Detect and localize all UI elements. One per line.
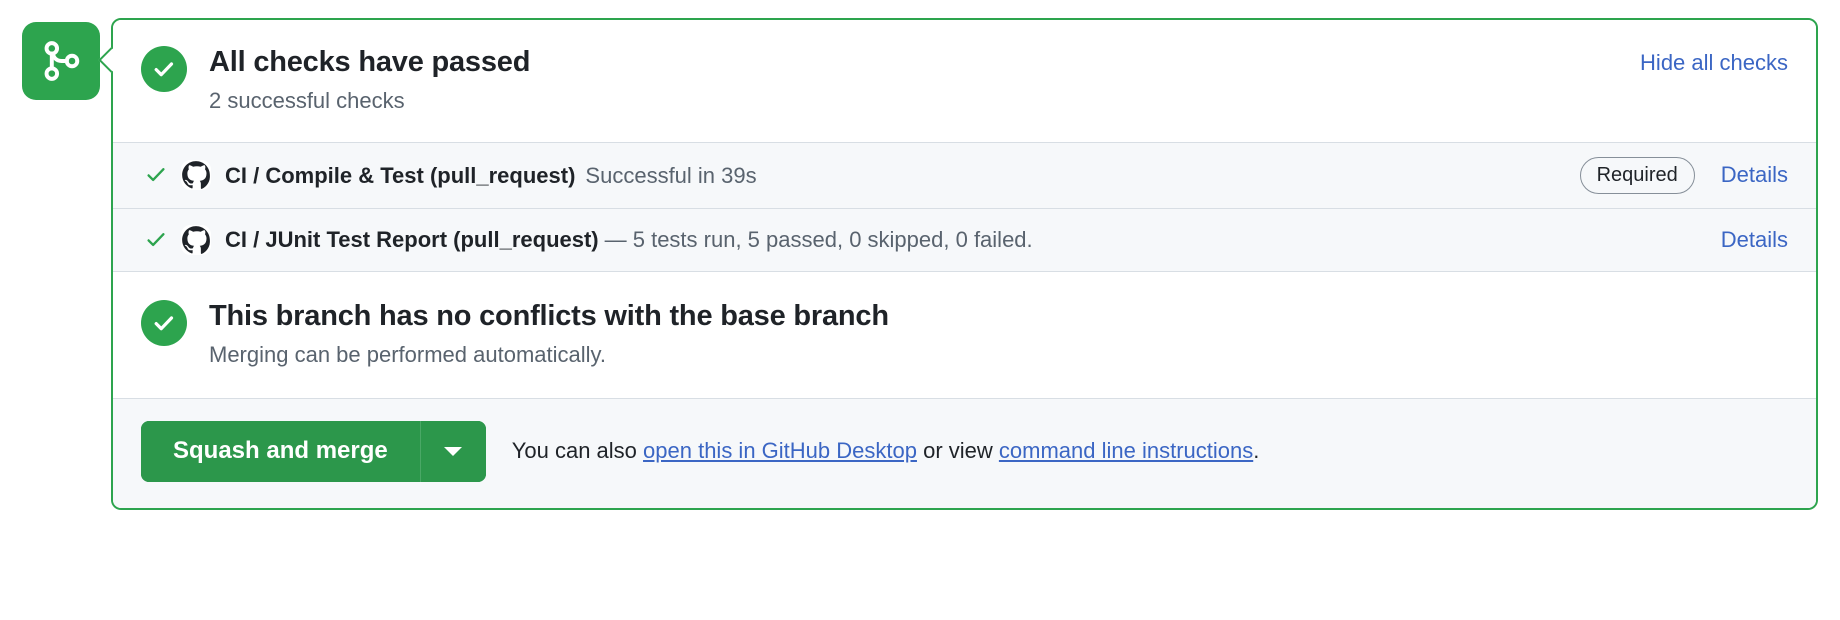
command-line-instructions-link[interactable]: command line instructions (999, 438, 1253, 463)
checks-list: CI / Compile & Test (pull_request) Succes… (113, 141, 1816, 272)
check-text: CI / Compile & Test (pull_request) Succes… (225, 161, 1560, 191)
checks-header-text: All checks have passed 2 successful chec… (209, 44, 1640, 116)
merge-method-dropdown-button[interactable] (419, 420, 486, 482)
check-details-link[interactable]: Details (1721, 227, 1788, 253)
check-circle-icon (141, 46, 187, 92)
conflicts-title: This branch has no conflicts with the ba… (209, 299, 889, 332)
check-row-actions: Details (1721, 227, 1788, 253)
check-name: CI / JUnit Test Report (pull_request) (225, 227, 599, 252)
pr-merge-box: All checks have passed 2 successful chec… (0, 0, 1840, 620)
conflicts-subtitle: Merging can be performed automatically. (209, 342, 607, 368)
check-name: CI / Compile & Test (pull_request) (225, 162, 576, 188)
checks-title: All checks have passed (209, 46, 531, 78)
merge-state-badge (22, 22, 100, 100)
footer-note-suffix: . (1253, 437, 1260, 463)
table-row[interactable]: CI / JUnit Test Report (pull_request) — 5… (113, 208, 1816, 272)
merge-footer-note: You can also open this in GitHub Desktop… (512, 436, 1260, 467)
checks-subtitle: 2 successful checks (209, 88, 405, 114)
merge-status-panel: All checks have passed 2 successful chec… (111, 18, 1818, 510)
git-merge-icon (40, 40, 82, 82)
github-actions-avatar-icon (181, 224, 211, 255)
github-desktop-link[interactable]: open this in GitHub Desktop (643, 438, 917, 463)
table-row[interactable]: CI / Compile & Test (pull_request) Succes… (113, 142, 1816, 209)
check-row-actions: Required Details (1579, 156, 1788, 194)
merge-button-group: Squash and merge (141, 420, 486, 482)
github-actions-avatar-icon (181, 160, 211, 191)
status-badge: Required (1579, 156, 1695, 194)
check-description: Successful in 39s (585, 162, 757, 188)
squash-and-merge-button[interactable]: Squash and merge (141, 420, 420, 482)
footer-note-prefix: You can also (511, 437, 644, 463)
footer-note-middle: or view (916, 437, 999, 463)
check-circle-icon (141, 299, 187, 346)
chevron-down-icon (444, 446, 463, 456)
check-icon (143, 229, 169, 251)
merge-footer: Squash and merge You can also open this … (113, 397, 1816, 508)
conflicts-section: This branch has no conflicts with the ba… (113, 271, 1816, 398)
check-icon (143, 164, 169, 186)
check-description: — 5 tests run, 5 passed, 0 skipped, 0 fa… (604, 227, 1033, 252)
checks-header: All checks have passed 2 successful chec… (113, 20, 1816, 142)
check-text: CI / JUnit Test Report (pull_request) — 5… (225, 225, 1701, 255)
check-details-link[interactable]: Details (1721, 162, 1788, 188)
hide-all-checks-link[interactable]: Hide all checks (1640, 44, 1788, 76)
conflicts-text: This branch has no conflicts with the ba… (209, 298, 1788, 370)
